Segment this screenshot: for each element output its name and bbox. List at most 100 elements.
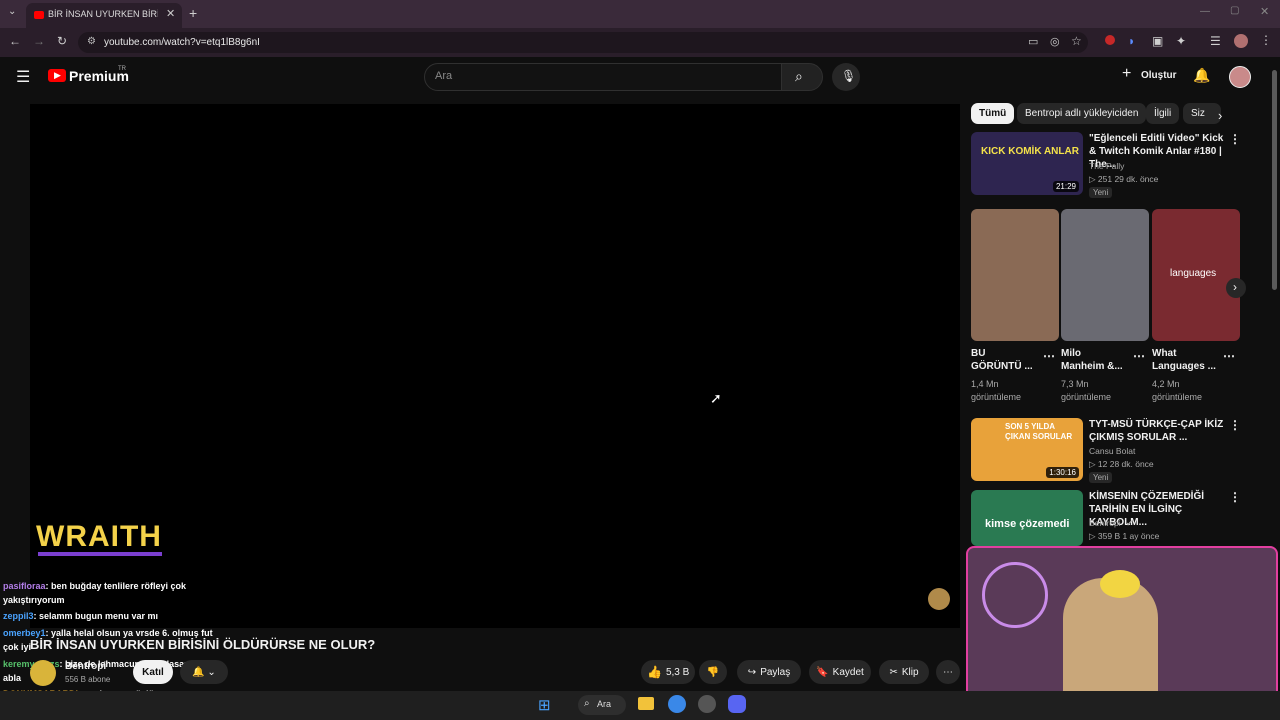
reload-icon[interactable]: ↻ bbox=[57, 34, 67, 48]
site-info-icon[interactable]: ⚙ bbox=[87, 36, 96, 47]
video-player[interactable] bbox=[30, 104, 960, 628]
search-button[interactable]: ⌕ bbox=[781, 63, 823, 91]
maximize-icon[interactable]: ▢ bbox=[1230, 5, 1239, 16]
bell-icon: 🔔 ⌄ bbox=[192, 666, 216, 678]
reading-list-icon[interactable]: ☰ bbox=[1210, 34, 1221, 48]
join-button[interactable]: Katıl bbox=[133, 660, 173, 684]
extension-translate-icon[interactable]: ◗ bbox=[1128, 34, 1135, 48]
short-title[interactable]: Milo Manheim &... bbox=[1061, 347, 1125, 373]
play-triangle-icon: ▶ bbox=[54, 70, 61, 80]
video-duration: 1:30:16 bbox=[1046, 467, 1079, 478]
clip-button[interactable]: ✂ Klip bbox=[879, 660, 929, 684]
extension-icon[interactable]: ▣ bbox=[1152, 34, 1163, 48]
browser-tab-bar: ⌄ BİR İNSAN UYURKEN BİRİSİNİ Ö ✕ + — ▢ ✕ bbox=[0, 0, 1280, 28]
video-thumbnail[interactable]: SON 5 YILDA ÇIKAN SORULAR 1:30:16 bbox=[971, 418, 1083, 481]
video-more-icon[interactable]: ⋮ bbox=[1229, 132, 1241, 146]
account-avatar[interactable] bbox=[1229, 66, 1251, 88]
chrome-menu-icon[interactable]: ⋮ bbox=[1260, 33, 1272, 47]
voice-search-button[interactable]: 🎙 bbox=[832, 63, 860, 91]
search-icon: ⌕ bbox=[795, 68, 803, 84]
chat-message: çok iyi bbox=[3, 642, 31, 652]
forward-icon[interactable]: → bbox=[33, 34, 45, 48]
url-text[interactable]: youtube.com/watch?v=etq1lB8g6nI bbox=[104, 37, 260, 48]
chat-text: : ben buğday tenlilere röfleyi çok bbox=[45, 581, 187, 591]
video-channel[interactable]: Cansu Bolat bbox=[1089, 446, 1135, 456]
channel-name[interactable]: Bentropi bbox=[65, 661, 106, 672]
tab-search-icon[interactable]: ⌄ bbox=[8, 6, 16, 17]
short-title[interactable]: What Languages ... bbox=[1152, 347, 1218, 373]
chip-you[interactable]: Siz bbox=[1183, 103, 1221, 124]
thumbnail-text: languages bbox=[1170, 268, 1217, 279]
short-thumbnail[interactable]: languages bbox=[1152, 209, 1240, 341]
scissors-icon: ✂ bbox=[889, 666, 898, 678]
back-icon[interactable]: ← bbox=[9, 34, 21, 48]
clip-label: Klip bbox=[901, 666, 919, 678]
short-title[interactable]: BU GÖRÜNTÜ ... bbox=[971, 347, 1035, 373]
chat-text: : selamm bugun menu var mı bbox=[33, 611, 159, 621]
page-scrollbar[interactable] bbox=[1272, 70, 1277, 290]
video-meta: ▷ 251 29 dk. önce bbox=[1089, 174, 1159, 184]
extensions-puzzle-icon[interactable]: ✦ bbox=[1176, 34, 1186, 48]
video-channel[interactable]: The Pally bbox=[1089, 161, 1124, 171]
file-explorer-icon[interactable] bbox=[638, 697, 654, 710]
discord-icon[interactable] bbox=[728, 695, 746, 713]
profile-avatar-icon[interactable] bbox=[1234, 34, 1248, 48]
video-thumbnail[interactable]: KICK KOMİK ANLAR 21:29 bbox=[971, 132, 1083, 195]
chip-all[interactable]: Tümü bbox=[971, 103, 1015, 124]
notifications-bell-icon[interactable]: 🔔 bbox=[1193, 67, 1210, 84]
thumbs-up-icon: 👍 bbox=[647, 665, 662, 679]
video-title[interactable]: TYT-MSÜ TÜRKÇE-ÇAP İKİZ ÇIKMIŞ SORULAR .… bbox=[1089, 418, 1225, 444]
like-button[interactable]: 👍 5,3 B bbox=[641, 660, 695, 684]
neon-sign bbox=[982, 562, 1048, 628]
search-placeholder: Ara bbox=[435, 70, 453, 82]
tab-close-icon[interactable]: ✕ bbox=[166, 7, 175, 20]
short-thumbnail[interactable] bbox=[971, 209, 1059, 341]
short-more-icon[interactable]: ⋯ bbox=[1043, 349, 1055, 363]
tab-title: BİR İNSAN UYURKEN BİRİSİNİ Ö bbox=[48, 9, 158, 19]
create-plus-icon[interactable]: + bbox=[1122, 65, 1131, 83]
short-more-icon[interactable]: ⋯ bbox=[1133, 349, 1145, 363]
dislike-button[interactable]: 👎 bbox=[699, 660, 727, 684]
cast-icon[interactable]: ▭ bbox=[1028, 35, 1038, 48]
search-input[interactable]: Ara bbox=[424, 63, 782, 91]
subscriber-count: 556 B abone bbox=[65, 675, 111, 684]
extension-red-icon[interactable] bbox=[1105, 35, 1115, 45]
chat-message: zeppil3: selamm bugun menu var mı bbox=[3, 611, 158, 621]
short-more-icon[interactable]: ⋯ bbox=[1223, 349, 1235, 363]
window-close-icon[interactable]: ✕ bbox=[1260, 5, 1269, 18]
video-more-icon[interactable]: ⋮ bbox=[1229, 418, 1241, 432]
minimize-icon[interactable]: — bbox=[1200, 6, 1210, 17]
create-button[interactable]: Oluştur bbox=[1141, 70, 1177, 81]
video-thumbnail[interactable]: kimse çözemedi bbox=[971, 490, 1083, 546]
thumbnail-text: KICK KOMİK ANLAR bbox=[981, 146, 1079, 157]
windows-taskbar: ⊞ ⌕ Ara bbox=[0, 691, 1280, 720]
chat-message: yakıştırıyorum bbox=[3, 595, 65, 605]
eye-off-icon[interactable]: ◎ bbox=[1050, 35, 1060, 48]
bookmark-icon: 🔖 bbox=[816, 666, 829, 678]
windows-start-icon[interactable]: ⊞ bbox=[538, 696, 551, 714]
thumbnail-text: kimse çözemedi bbox=[985, 518, 1070, 530]
mouse-cursor-icon: ➚ bbox=[710, 390, 722, 406]
channel-avatar[interactable] bbox=[30, 660, 56, 686]
chrome-icon[interactable] bbox=[668, 695, 686, 713]
omnibox[interactable]: ⚙ youtube.com/watch?v=etq1lB8g6nI ▭ ◎ ☆ bbox=[78, 32, 1088, 53]
taskbar-search[interactable]: ⌕ Ara bbox=[578, 695, 626, 715]
chips-next-chevron-icon[interactable]: › bbox=[1218, 108, 1222, 123]
hamburger-menu-icon[interactable]: ☰ bbox=[16, 67, 30, 87]
browser-tab[interactable]: BİR İNSAN UYURKEN BİRİSİNİ Ö ✕ bbox=[26, 3, 182, 28]
new-badge: Yeni bbox=[1089, 187, 1113, 198]
more-actions-button[interactable]: ⋯ bbox=[936, 660, 960, 684]
share-button[interactable]: ↪ Paylaş bbox=[737, 660, 801, 684]
chip-uploader[interactable]: Bentropi adlı yükleyiciden bbox=[1017, 103, 1147, 124]
chip-related[interactable]: İlgili bbox=[1146, 103, 1180, 124]
shorts-next-button[interactable]: › bbox=[1226, 278, 1246, 298]
new-tab-icon[interactable]: + bbox=[189, 5, 197, 21]
short-thumbnail[interactable] bbox=[1061, 209, 1149, 341]
video-more-icon[interactable]: ⋮ bbox=[1229, 490, 1241, 504]
bookmark-star-icon[interactable]: ☆ bbox=[1071, 34, 1082, 48]
youtube-logo-icon[interactable]: ▶ bbox=[48, 69, 66, 82]
obs-icon[interactable] bbox=[698, 695, 716, 713]
subscribed-bell-button[interactable]: 🔔 ⌄ bbox=[180, 660, 228, 684]
save-button[interactable]: 🔖 Kaydet bbox=[809, 660, 871, 684]
video-channel[interactable]: Bentropi ✔ bbox=[1089, 518, 1133, 529]
